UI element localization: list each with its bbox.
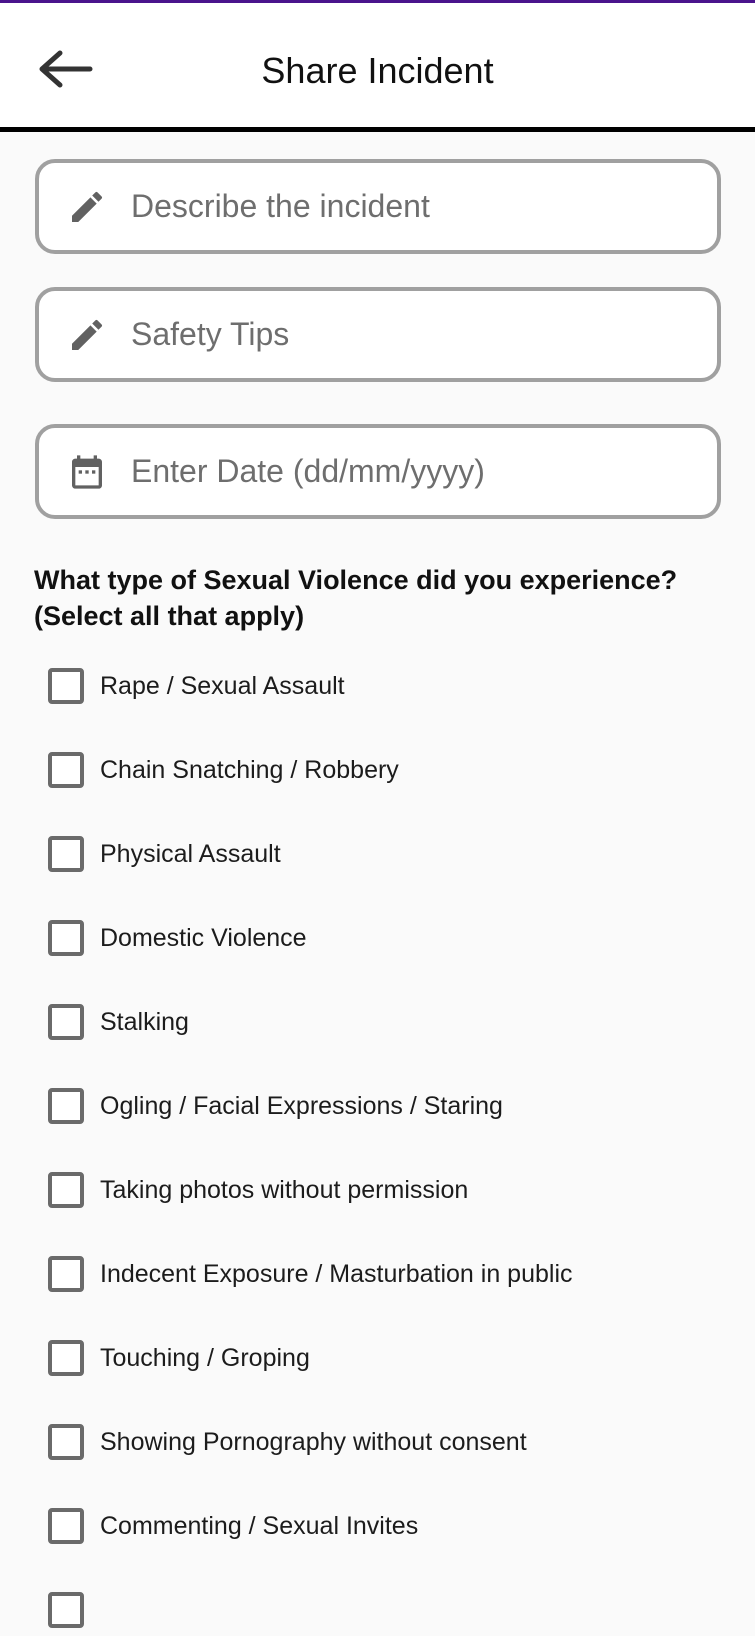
date-field[interactable]: [35, 424, 721, 519]
safety-tips-input[interactable]: [131, 291, 697, 378]
question-hint: (Select all that apply): [34, 601, 305, 631]
option-chain-snatching-robbery[interactable]: Chain Snatching / Robbery: [48, 744, 728, 796]
option-label: Chain Snatching / Robbery: [100, 756, 399, 784]
checkbox[interactable]: [48, 1004, 84, 1040]
option-stalking[interactable]: Stalking: [48, 996, 728, 1048]
checkbox[interactable]: [48, 1172, 84, 1208]
option-label: Domestic Violence: [100, 924, 307, 952]
checkbox[interactable]: [48, 1424, 84, 1460]
option-showing-pornography[interactable]: Showing Pornography without consent: [48, 1416, 728, 1468]
safety-tips-field[interactable]: [35, 287, 721, 382]
checkbox[interactable]: [48, 668, 84, 704]
checkbox[interactable]: [48, 836, 84, 872]
checkbox[interactable]: [48, 1256, 84, 1292]
option-label: Commenting / Sexual Invites: [100, 1512, 419, 1540]
checkbox[interactable]: [48, 1592, 84, 1628]
option-indecent-exposure[interactable]: Indecent Exposure / Masturbation in publ…: [48, 1248, 728, 1300]
date-input[interactable]: [131, 428, 697, 515]
option-ogling-staring[interactable]: Ogling / Facial Expressions / Staring: [48, 1080, 728, 1132]
option-partially-visible[interactable]: [48, 1584, 728, 1636]
pencil-icon: [65, 185, 109, 229]
option-label: Taking photos without permission: [100, 1176, 469, 1204]
description-field[interactable]: [35, 159, 721, 254]
option-commenting-sexual-invites[interactable]: Commenting / Sexual Invites: [48, 1500, 728, 1552]
page-title: Share Incident: [261, 50, 494, 91]
checkbox[interactable]: [48, 1340, 84, 1376]
option-label: Rape / Sexual Assault: [100, 672, 345, 700]
description-input[interactable]: [131, 163, 697, 250]
question-text: What type of Sexual Violence did you exp…: [34, 565, 678, 595]
checkbox[interactable]: [48, 1088, 84, 1124]
checkbox[interactable]: [48, 752, 84, 788]
option-label: Physical Assault: [100, 840, 281, 868]
app-bar-divider: [0, 127, 755, 132]
calendar-icon: [65, 450, 109, 494]
option-label: Indecent Exposure / Masturbation in publ…: [100, 1260, 573, 1288]
option-taking-photos[interactable]: Taking photos without permission: [48, 1164, 728, 1216]
option-physical-assault[interactable]: Physical Assault: [48, 828, 728, 880]
checkbox[interactable]: [48, 1508, 84, 1544]
option-domestic-violence[interactable]: Domestic Violence: [48, 912, 728, 964]
option-touching-groping[interactable]: Touching / Groping: [48, 1332, 728, 1384]
option-label: Stalking: [100, 1008, 189, 1036]
option-label: Showing Pornography without consent: [100, 1428, 527, 1456]
pencil-icon: [65, 313, 109, 357]
app-bar: Share Incident: [0, 3, 755, 127]
checkbox[interactable]: [48, 920, 84, 956]
option-label: Touching / Groping: [100, 1344, 310, 1372]
option-rape-sexual-assault[interactable]: Rape / Sexual Assault: [48, 660, 728, 712]
option-label: Ogling / Facial Expressions / Staring: [100, 1092, 503, 1120]
violence-type-question: What type of Sexual Violence did you exp…: [34, 562, 724, 634]
